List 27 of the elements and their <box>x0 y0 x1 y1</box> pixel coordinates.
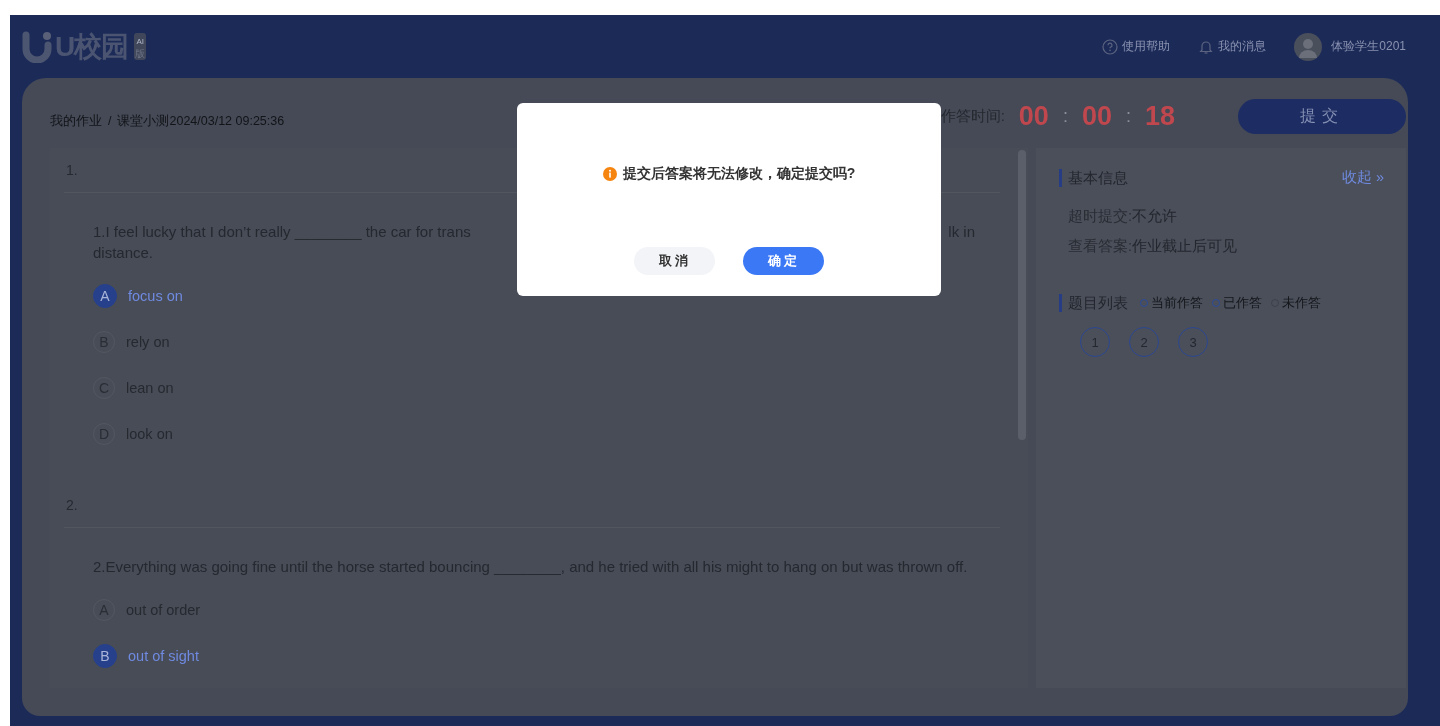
header-link[interactable]: 我的消息 <box>1198 38 1267 55</box>
logo-icon <box>22 30 52 63</box>
timer-separator: : <box>1125 105 1131 127</box>
bell-icon <box>1198 38 1215 55</box>
option-letter[interactable]: B <box>93 644 117 668</box>
legend-label: 已作答 <box>1223 294 1262 312</box>
confirm-button[interactable]: 确定 <box>743 247 824 275</box>
breadcrumb-item[interactable]: 我的作业 <box>50 112 102 130</box>
timer-separator: : <box>1062 105 1068 127</box>
legend-label: 当前作答 <box>1151 294 1203 312</box>
option-text[interactable]: out of sight <box>128 648 199 664</box>
dialog-message: 提交后答案将无法修改，确定提交吗? <box>622 165 856 183</box>
timer-digits: 18 <box>1143 100 1176 132</box>
option-letter[interactable]: A <box>93 284 117 308</box>
collapse-link[interactable]: 收起 » <box>1341 168 1384 187</box>
help-icon <box>1102 38 1119 55</box>
timer-digits: 00 <box>1080 100 1113 132</box>
cancel-button[interactable]: 取消 <box>634 247 715 275</box>
timer-digits: 00 <box>1017 100 1050 132</box>
legend-label: 未作答 <box>1282 294 1321 312</box>
avatar-icon <box>1294 32 1323 61</box>
submit-button[interactable]: 提交 <box>1238 98 1406 134</box>
warning-icon <box>602 167 617 181</box>
option-text[interactable]: focus on <box>128 288 183 304</box>
user-name[interactable]: 体验学生0201 <box>1331 38 1406 55</box>
breadcrumb-separator: / <box>108 114 112 128</box>
header-link[interactable]: 使用帮助 <box>1102 38 1171 55</box>
